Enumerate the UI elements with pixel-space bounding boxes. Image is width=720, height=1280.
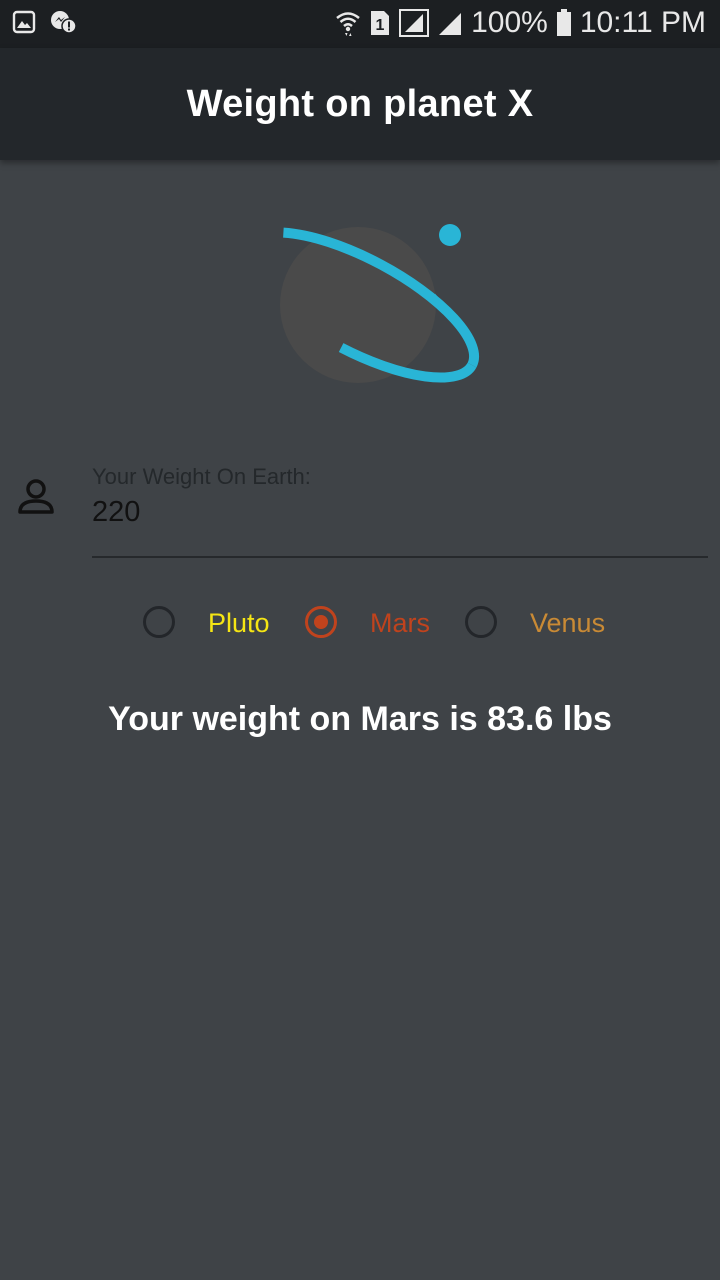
weight-input[interactable] (92, 496, 692, 529)
wifi-icon (335, 9, 361, 37)
app-title: Weight on planet X (186, 82, 534, 125)
signal-icon (437, 9, 463, 37)
planet-radio-group: Pluto Mars Venus (0, 600, 720, 648)
radio-pluto[interactable] (143, 606, 175, 638)
radio-label-mars[interactable]: Mars (370, 608, 430, 639)
radio-label-venus[interactable]: Venus (530, 608, 605, 639)
clock: 10:11 PM (579, 6, 706, 39)
signal-icon (399, 9, 430, 37)
messenger-alert-icon (50, 10, 76, 34)
status-bar: 1 100% 10:11 PM (0, 0, 720, 48)
person-icon (16, 478, 56, 518)
image-notification-icon (12, 10, 36, 34)
radio-mars[interactable] (305, 606, 337, 638)
battery-icon (556, 9, 572, 37)
planet-logo (238, 210, 484, 390)
svg-text:1: 1 (376, 17, 385, 34)
result-text: Your weight on Mars is 83.6 lbs (108, 700, 612, 738)
sim-1-icon: 1 (369, 9, 391, 37)
notification-icons (12, 10, 76, 34)
planet-icon (238, 224, 480, 383)
radio-label-pluto[interactable]: Pluto (208, 608, 270, 639)
weight-field[interactable]: Your Weight On Earth: (92, 462, 708, 558)
radio-venus[interactable] (465, 606, 497, 638)
system-status-icons: 1 100% 10:11 PM (335, 6, 706, 40)
weight-field-label: Your Weight On Earth: (92, 464, 311, 489)
app-bar: Weight on planet X (0, 48, 720, 160)
battery-percent: 100% (471, 6, 548, 39)
